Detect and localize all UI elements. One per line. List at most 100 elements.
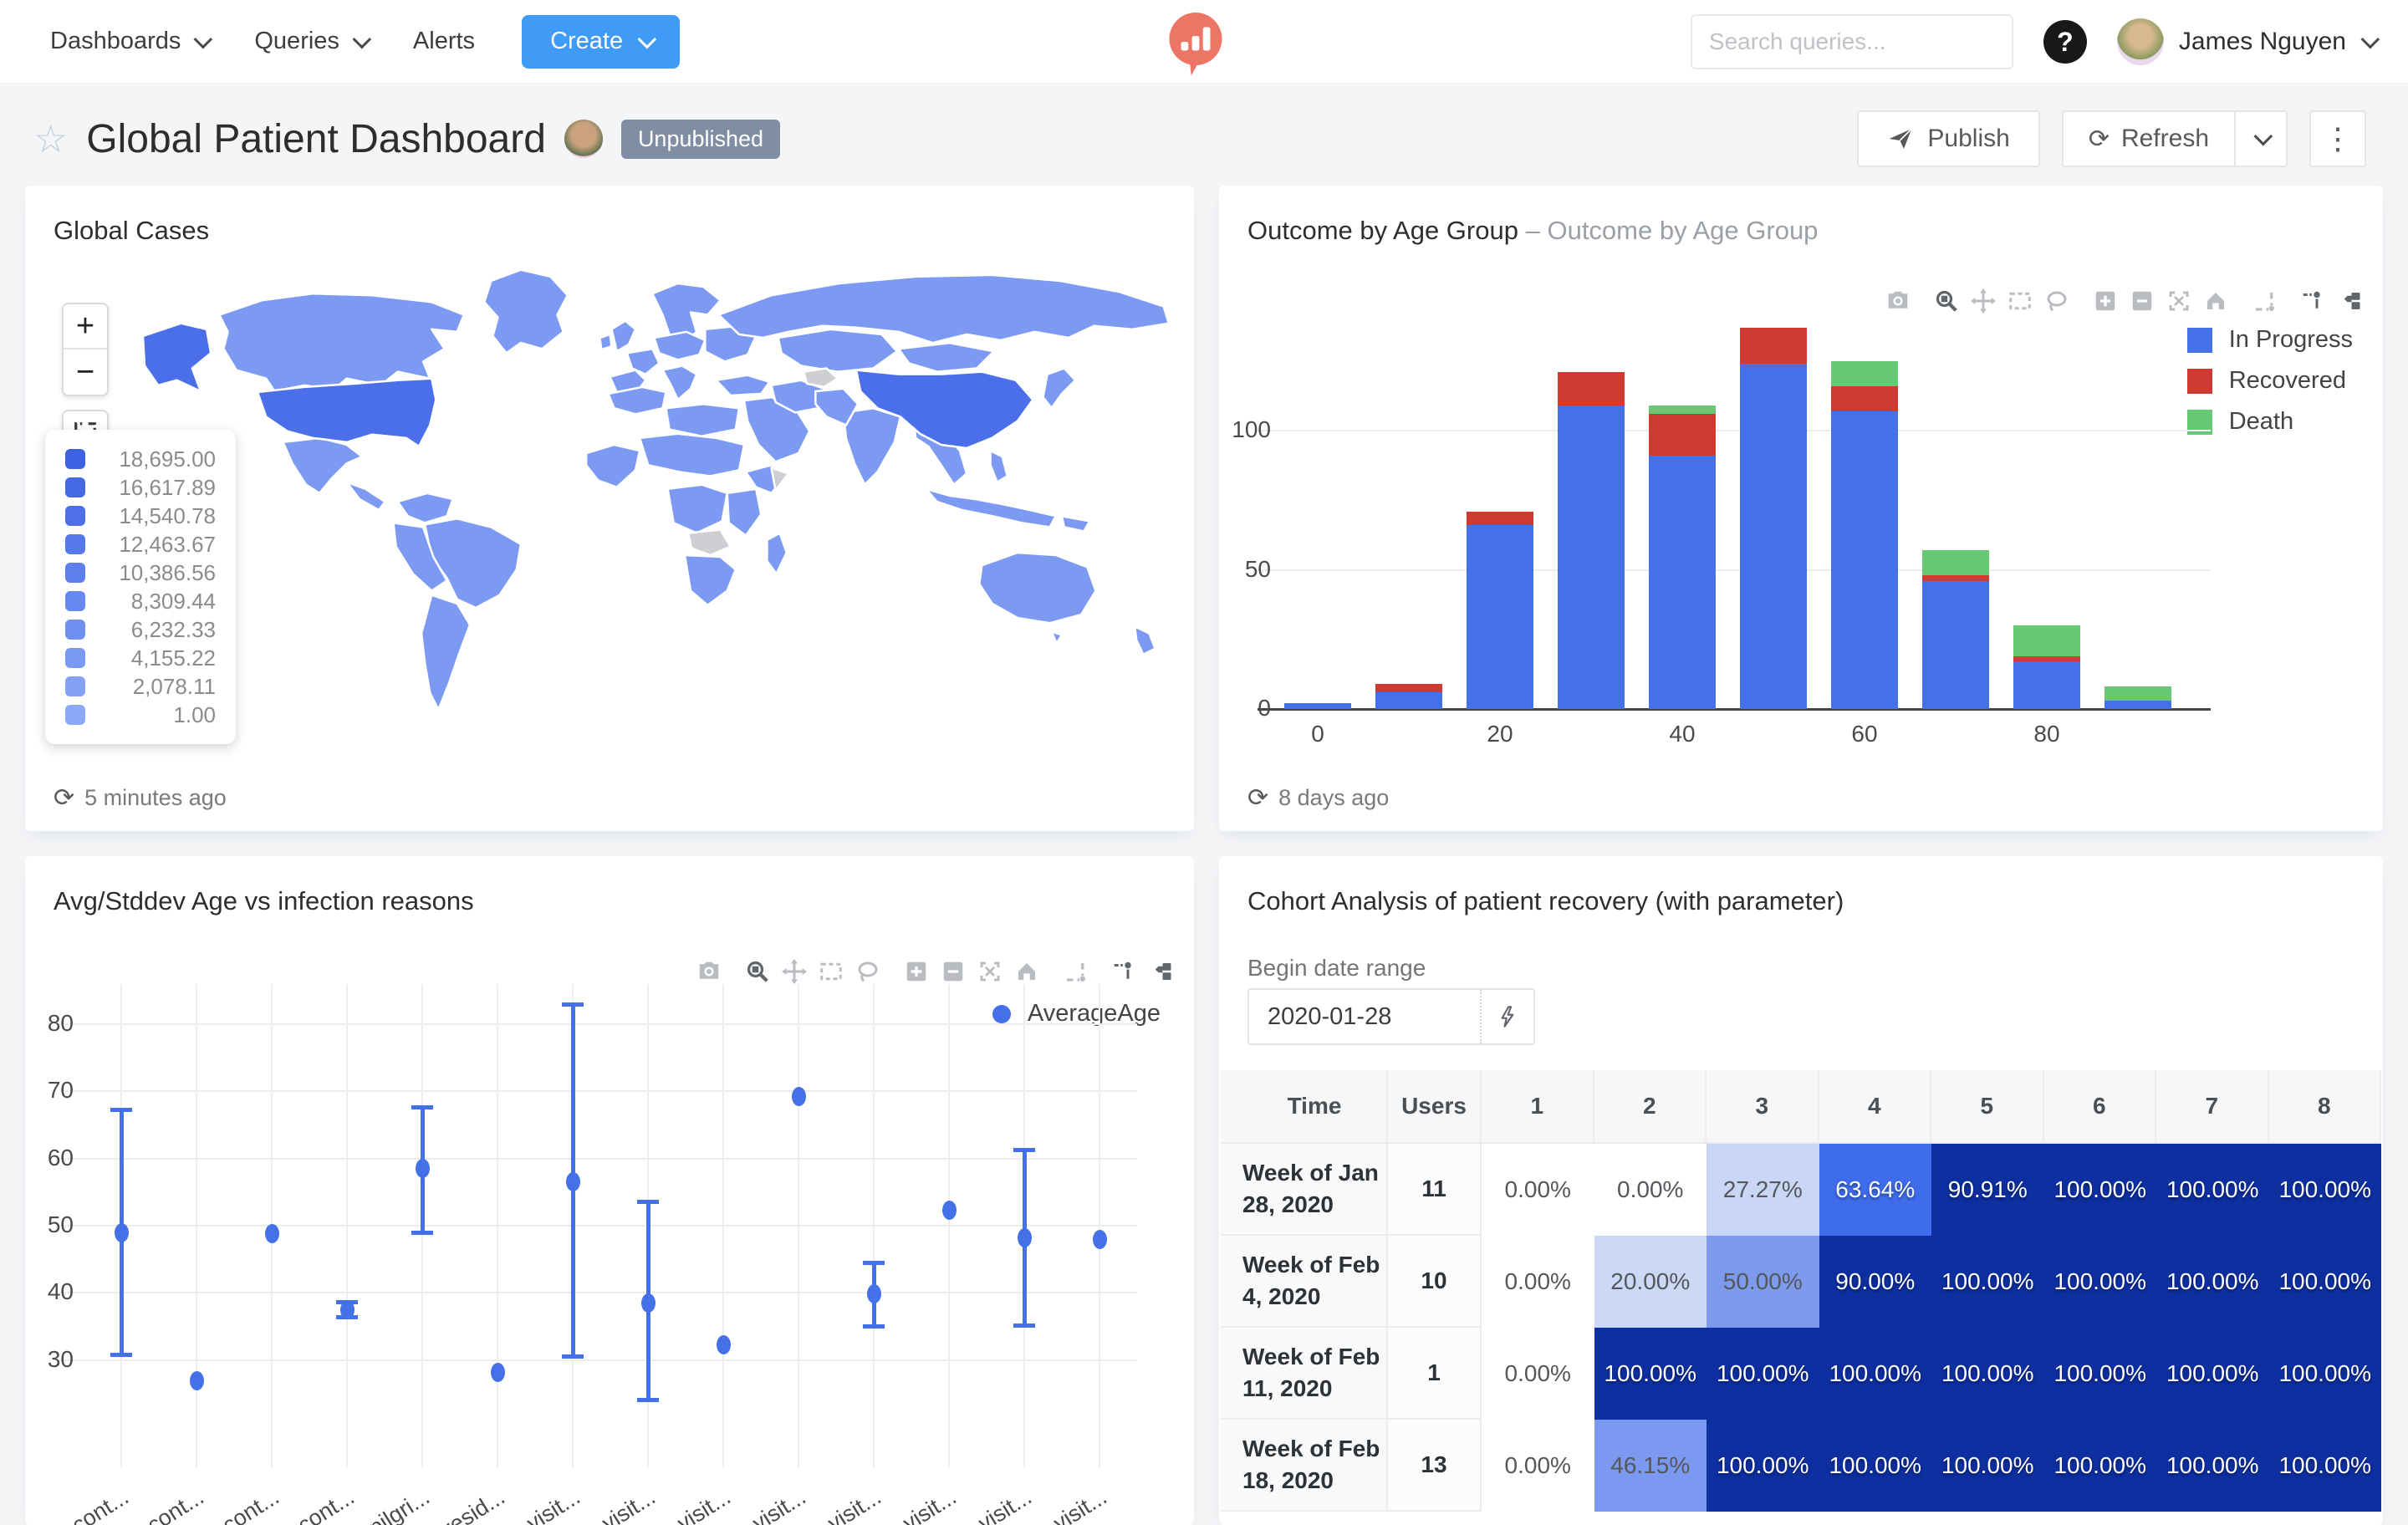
error-bar-cap — [1013, 1324, 1035, 1329]
gridline — [60, 1090, 1137, 1093]
zoom-icon[interactable] — [739, 955, 776, 988]
hover-compare-icon[interactable] — [1142, 955, 1179, 988]
refresh-icon: ⟳ — [1247, 784, 1269, 812]
bar-80[interactable] — [2013, 625, 2080, 709]
box-select-icon[interactable] — [813, 955, 849, 988]
publish-button[interactable]: Publish — [1857, 110, 2040, 167]
box-select-icon[interactable] — [2002, 284, 2038, 318]
pan-icon[interactable] — [776, 955, 813, 988]
column-header: 4 — [1819, 1070, 1931, 1144]
search-input[interactable] — [1708, 28, 2011, 55]
world-map[interactable] — [92, 226, 1179, 778]
x-axis-tick: 40 — [1669, 721, 1696, 747]
bar-segment-death — [2013, 625, 2080, 656]
zoom-in-icon[interactable] — [898, 955, 935, 988]
bar-10[interactable] — [1375, 684, 1442, 709]
nav-queries-label: Queries — [254, 28, 339, 54]
country-zambia — [686, 528, 732, 557]
legend-item-death[interactable]: Death — [2186, 408, 2353, 436]
help-icon[interactable]: ? — [2043, 20, 2087, 64]
data-point-7[interactable] — [565, 1172, 580, 1192]
data-point-14[interactable] — [1092, 1229, 1107, 1249]
country-japan — [1042, 367, 1077, 410]
data-point-13[interactable] — [1017, 1227, 1032, 1247]
chevron-down-icon — [193, 29, 213, 48]
y-axis-tick: 80 — [47, 1010, 74, 1037]
reset-axes-icon[interactable] — [1008, 955, 1045, 988]
scatter-plot: cont... cont... cont... cont... pilgri... res… — [60, 984, 1137, 1525]
cohort-users-cell: 10 — [1388, 1236, 1482, 1328]
redash-logo-icon[interactable] — [1161, 7, 1231, 77]
zoom-in-icon[interactable] — [2087, 284, 2124, 318]
cohort-value-cell: 0.00% — [1482, 1420, 1594, 1512]
bar-segment-death — [1831, 360, 1898, 386]
bar-segment-recovered — [2013, 655, 2080, 662]
data-point-1[interactable] — [114, 1223, 129, 1243]
spike-lines-icon[interactable] — [1057, 955, 1094, 988]
autoscale-icon[interactable] — [2161, 284, 2197, 318]
more-options-button[interactable]: ⋮ — [2309, 110, 2366, 167]
autoscale-icon[interactable] — [972, 955, 1008, 988]
cohort-users-cell: 11 — [1388, 1144, 1482, 1236]
lasso-icon[interactable] — [849, 955, 886, 988]
map-zoom-in-button[interactable]: + — [64, 304, 107, 349]
data-point-8[interactable] — [640, 1293, 656, 1313]
refresh-button[interactable]: ⟳ Refresh — [2061, 110, 2234, 167]
favorite-star-icon[interactable]: ☆ — [33, 116, 68, 161]
bar-0[interactable] — [1284, 703, 1351, 709]
nav-dashboards[interactable]: Dashboards — [50, 28, 213, 55]
country-philippines — [989, 449, 1009, 483]
bar-30[interactable] — [1558, 372, 1625, 709]
data-point-10[interactable] — [791, 1087, 806, 1107]
bar-60[interactable] — [1831, 360, 1898, 709]
plotly-modebar — [1880, 284, 2368, 318]
date-field[interactable] — [1249, 1002, 1480, 1031]
data-point-3[interactable] — [264, 1224, 279, 1244]
legend-item-recovered[interactable]: Recovered — [2186, 367, 2353, 395]
refresh-dropdown-button[interactable] — [2234, 110, 2288, 167]
legend-value: 10,386.56 — [119, 559, 216, 585]
data-point-9[interactable] — [716, 1334, 731, 1354]
apply-parameter-button[interactable] — [1480, 990, 1533, 1043]
legend-item-in-progress[interactable]: In Progress — [2186, 326, 2353, 354]
map-legend-item: 10,386.56 — [65, 558, 216, 587]
nav-alerts[interactable]: Alerts — [413, 28, 475, 55]
data-point-11[interactable] — [866, 1284, 881, 1304]
y-axis-tick: 60 — [47, 1144, 74, 1171]
bar-70[interactable] — [1922, 550, 1989, 709]
bar-40[interactable] — [1649, 405, 1716, 709]
cohort-header-row: Time Users 1 2 3 4 5 6 7 8 — [1221, 1070, 2381, 1144]
hover-closest-icon[interactable] — [2294, 284, 2331, 318]
y-axis-tick: 50 — [47, 1211, 74, 1237]
bar-90[interactable] — [2104, 686, 2171, 709]
cohort-users-cell: 13 — [1388, 1420, 1482, 1512]
zoom-out-icon[interactable] — [2124, 284, 2161, 318]
nav-queries[interactable]: Queries — [254, 28, 372, 55]
cohort-value-cell: 63.64% — [1819, 1144, 1931, 1236]
zoom-out-icon[interactable] — [935, 955, 972, 988]
data-point-2[interactable] — [189, 1370, 204, 1390]
data-point-6[interactable] — [490, 1362, 505, 1382]
lasso-icon[interactable] — [2038, 284, 2075, 318]
data-point-12[interactable] — [941, 1201, 957, 1221]
reset-axes-icon[interactable] — [2197, 284, 2234, 318]
zoom-icon[interactable] — [1928, 284, 1965, 318]
data-point-4[interactable] — [339, 1299, 355, 1319]
user-menu[interactable]: James Nguyen — [2116, 18, 2380, 65]
pan-icon[interactable] — [1965, 284, 2002, 318]
data-point-5[interactable] — [415, 1159, 430, 1179]
bar-segment-in-progress — [1649, 456, 1716, 709]
camera-icon[interactable] — [691, 955, 727, 988]
create-button[interactable]: Create — [522, 14, 681, 69]
error-bar-cap — [637, 1200, 659, 1205]
spike-lines-icon[interactable] — [2246, 284, 2283, 318]
bar-50[interactable] — [1740, 328, 1807, 709]
legend-swatch — [65, 506, 85, 526]
cohort-value-cell: 100.00% — [1594, 1328, 1707, 1420]
hover-compare-icon[interactable] — [2331, 284, 2368, 318]
hover-closest-icon[interactable] — [1105, 955, 1142, 988]
chevron-down-icon — [2360, 29, 2380, 49]
camera-icon[interactable] — [1880, 284, 1916, 318]
map-zoom-out-button[interactable]: − — [64, 349, 107, 395]
bar-20[interactable] — [1467, 511, 1533, 709]
